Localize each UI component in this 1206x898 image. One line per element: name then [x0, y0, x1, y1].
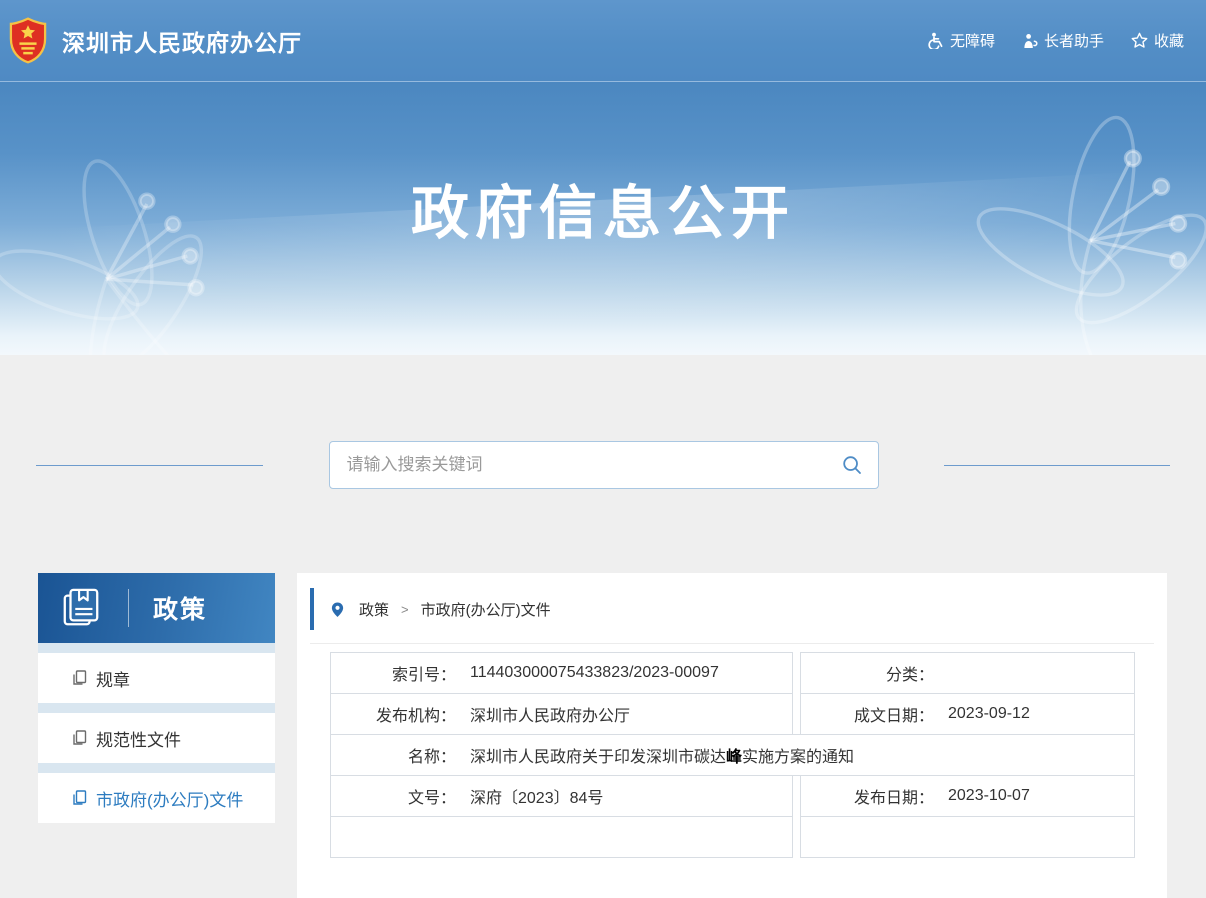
document-name-cell: 名称： 深圳市人民政府关于印发深圳市碳达峰实施方案的通知: [330, 734, 1135, 776]
category-cell: 分类：: [800, 652, 1135, 694]
decorative-line-left: [36, 465, 263, 466]
document-name-value: 深圳市人民政府关于印发深圳市碳达峰实施方案的通知: [470, 743, 854, 767]
document-number-cell: 文号： 深府〔2023〕84号: [330, 775, 793, 817]
star-icon: [1131, 32, 1148, 49]
accessibility-icon: [927, 32, 944, 49]
content-area: 政策 规章 规范性文件: [0, 355, 1206, 898]
breadcrumb-accent-bar: [310, 588, 314, 630]
document-name-label: 名称：: [331, 743, 456, 767]
document-name-prefix: 深圳市人民政府关于印发深圳市碳达: [470, 749, 726, 766]
document-icon: [72, 670, 87, 686]
table-row: 文号： 深府〔2023〕84号 发布日期： 2023-10-07: [330, 775, 1135, 817]
breadcrumb-root-link[interactable]: 政策: [359, 599, 389, 620]
breadcrumb: 政策 > 市政府(办公厅)文件: [310, 588, 1154, 630]
policy-sidebar: 政策 规章 规范性文件: [38, 573, 275, 823]
decorative-line-right: [944, 465, 1171, 466]
sidebar-item-regulations[interactable]: 规章: [38, 653, 275, 703]
breadcrumb-separator: >: [401, 602, 409, 617]
index-number-cell: 索引号： 114403000075433823/2023-00097: [330, 652, 793, 694]
publish-date-label: 发布日期：: [801, 784, 934, 808]
location-pin-icon: [330, 601, 345, 618]
table-cell: [330, 816, 793, 858]
sidebar-item-municipal-government-documents[interactable]: 市政府(办公厅)文件: [38, 773, 275, 823]
table-row: 发布机构： 深圳市人民政府办公厅 成文日期： 2023-09-12: [330, 693, 1135, 735]
search-row: [0, 355, 1206, 489]
document-number-label: 文号：: [331, 784, 456, 808]
written-date-value: 2023-09-12: [948, 705, 1030, 723]
sidebar-item-label: 规范性文件: [96, 726, 181, 751]
issuer-label: 发布机构：: [331, 702, 456, 726]
top-utility-links: 无障碍 长者助手 收藏: [927, 30, 1184, 51]
publish-date-cell: 发布日期： 2023-10-07: [800, 775, 1135, 817]
document-number-value: 深府〔2023〕84号: [470, 784, 603, 808]
favorite-label: 收藏: [1154, 30, 1184, 51]
sidebar-header: 政策: [38, 573, 275, 643]
elder-assist-label: 长者助手: [1044, 30, 1104, 51]
sidebar-item-normative-documents[interactable]: 规范性文件: [38, 713, 275, 763]
sidebar-item-label: 规章: [96, 666, 130, 691]
national-emblem-icon: [9, 17, 47, 64]
issuer-cell: 发布机构： 深圳市人民政府办公厅: [330, 693, 793, 735]
table-column-gap: [793, 816, 800, 858]
document-metadata-table: 索引号： 114403000075433823/2023-00097 分类： 发…: [330, 652, 1135, 858]
accessibility-link[interactable]: 无障碍: [927, 30, 995, 51]
favorite-link[interactable]: 收藏: [1131, 30, 1184, 51]
accessibility-label: 无障碍: [950, 30, 995, 51]
elder-assist-icon: [1022, 33, 1038, 49]
page-banner: 政府信息公开: [0, 82, 1206, 355]
site-title[interactable]: 深圳市人民政府办公厅: [62, 24, 302, 58]
search-input[interactable]: [330, 442, 838, 488]
written-date-cell: 成文日期： 2023-09-12: [800, 693, 1135, 735]
sidebar-title: 政策: [153, 590, 207, 626]
table-row: 名称： 深圳市人民政府关于印发深圳市碳达峰实施方案的通知: [330, 734, 1135, 776]
search-icon: [842, 455, 862, 475]
table-column-gap: [793, 652, 800, 694]
issuer-value: 深圳市人民政府办公厅: [470, 702, 630, 726]
document-icon: [72, 790, 87, 806]
document-name-suffix: 实施方案的通知: [742, 749, 854, 766]
table-cell: [800, 816, 1135, 858]
document-name-highlight: 峰: [726, 749, 742, 766]
table-row: [330, 816, 1135, 858]
table-column-gap: [793, 693, 800, 735]
search-box: [329, 441, 879, 489]
breadcrumb-current: 市政府(办公厅)文件: [421, 599, 551, 620]
table-row: 索引号： 114403000075433823/2023-00097 分类：: [330, 652, 1135, 694]
elder-assist-link[interactable]: 长者助手: [1022, 30, 1104, 51]
sidebar-header-divider: [128, 589, 129, 627]
written-date-label: 成文日期：: [801, 702, 934, 726]
sidebar-item-label: 市政府(办公厅)文件: [96, 786, 243, 811]
publish-date-value: 2023-10-07: [948, 787, 1030, 805]
document-panel: 政策 > 市政府(办公厅)文件 索引号： 114403000075433823/…: [297, 573, 1167, 898]
page-title: 政府信息公开: [0, 82, 1206, 250]
breadcrumb-wrap: 政策 > 市政府(办公厅)文件: [310, 588, 1154, 644]
search-button[interactable]: [838, 455, 878, 475]
top-header-bar: 深圳市人民政府办公厅 无障碍 长者助手: [0, 0, 1206, 82]
table-column-gap: [793, 775, 800, 817]
index-number-label: 索引号：: [331, 661, 456, 685]
document-icon: [72, 730, 87, 746]
index-number-value: 114403000075433823/2023-00097: [470, 664, 719, 682]
policy-book-icon: [60, 586, 102, 630]
category-label: 分类：: [801, 661, 934, 685]
